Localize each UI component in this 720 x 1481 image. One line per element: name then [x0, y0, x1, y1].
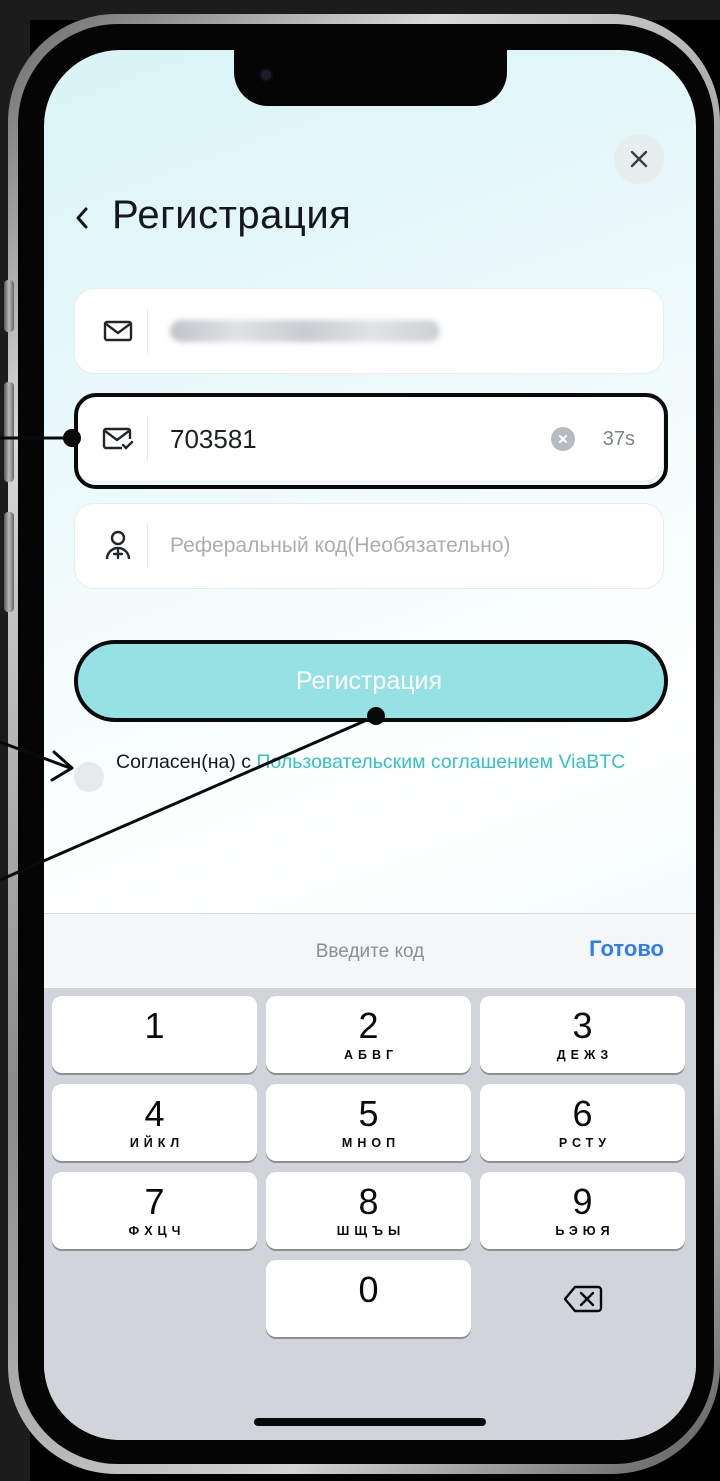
keyboard-toolbar: Введите код Готово [44, 913, 696, 988]
key-letters: РСТУ [558, 1135, 612, 1150]
key-digit: 8 [358, 1180, 379, 1222]
key-2[interactable]: 2 АБВГ [266, 996, 471, 1073]
mail-icon [89, 311, 147, 351]
chevron-left-icon [76, 207, 88, 229]
front-camera [259, 68, 273, 82]
volume-up-button [4, 382, 14, 482]
home-indicator [254, 1418, 486, 1426]
key-digit: 7 [144, 1180, 165, 1222]
email-field[interactable] [74, 288, 664, 374]
done-button[interactable]: Готово [589, 936, 664, 962]
key-digit: 4 [144, 1092, 165, 1134]
agreement-label: Согласен(на) с [116, 751, 257, 773]
key-digit: 3 [572, 1004, 593, 1046]
key-letters: ЬЭЮЯ [555, 1223, 615, 1238]
key-7[interactable]: 7 ФХЦЧ [52, 1172, 257, 1249]
key-letters: ШЩЪЫ [336, 1223, 406, 1238]
backspace-icon [563, 1285, 602, 1312]
key-6[interactable]: 6 РСТУ [480, 1084, 685, 1161]
key-letters: ФХЦЧ [128, 1223, 186, 1238]
code-field-highlight [74, 393, 668, 489]
user-agreement-link[interactable]: Пользовательским соглашением ViaBTC [256, 751, 625, 773]
email-value-blurred [170, 320, 440, 342]
key-letters: ИЙКЛ [129, 1135, 185, 1150]
key-digit: 5 [358, 1092, 379, 1134]
key-5[interactable]: 5 МНОП [266, 1084, 471, 1161]
stage: Регистрация 703581 37s Реферальный код(Н… [0, 0, 720, 1481]
key-digit: 9 [572, 1180, 593, 1222]
back-button[interactable] [74, 200, 104, 236]
close-icon [630, 150, 648, 168]
backspace-key[interactable] [480, 1260, 685, 1337]
key-4[interactable]: 4 ИЙКЛ [52, 1084, 257, 1161]
referral-code-input[interactable] [170, 526, 630, 566]
key-0[interactable]: 0 [266, 1260, 471, 1337]
key-digit: 0 [358, 1269, 379, 1310]
register-button-highlight [74, 640, 668, 722]
close-button[interactable] [614, 134, 664, 184]
key-1[interactable]: 1 [52, 996, 257, 1073]
add-user-icon [89, 526, 147, 566]
key-9[interactable]: 9 ЬЭЮЯ [480, 1172, 685, 1249]
mute-switch [4, 280, 14, 332]
field-divider [147, 309, 148, 353]
key-digit: 6 [572, 1092, 593, 1134]
numeric-keyboard: 1 2 АБВГ 3 ДЕЖЗ 4 ИЙКЛ 5 МНОП 6 РСТУ 7 Ф… [44, 988, 696, 1440]
agreement-checkbox[interactable] [74, 762, 104, 792]
key-8[interactable]: 8 ШЩЪЫ [266, 1172, 471, 1249]
key-digit: 1 [144, 1005, 165, 1046]
field-divider [147, 524, 148, 568]
key-digit: 2 [358, 1004, 379, 1046]
key-letters: ДЕЖЗ [556, 1047, 614, 1062]
key-letters: МНОП [341, 1135, 401, 1150]
notch [234, 50, 507, 106]
key-letters: АБВГ [343, 1047, 399, 1062]
volume-down-button [4, 512, 14, 612]
referral-code-field[interactable] [74, 503, 664, 589]
phone-screen: Регистрация 703581 37s Реферальный код(Н… [44, 50, 696, 1440]
key-3[interactable]: 3 ДЕЖЗ [480, 996, 685, 1073]
page-title: Регистрация [112, 193, 352, 237]
agreement-text: Согласен(на) с Пользовательским соглашен… [116, 751, 656, 773]
